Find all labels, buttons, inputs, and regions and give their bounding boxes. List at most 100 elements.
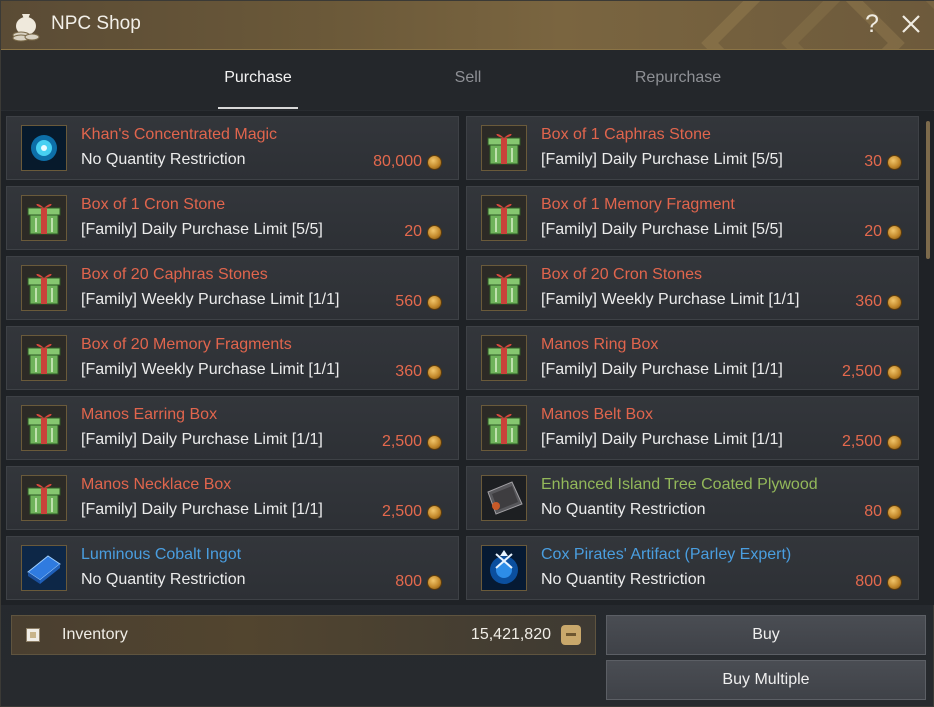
item-price: 2,500 [841,433,882,450]
item-purchase-limit: No Quantity Restriction [81,151,246,168]
gift-box-icon [481,125,527,171]
gift-box-icon [481,335,527,381]
item-price: 2,500 [841,363,882,380]
npc-shop-window: NPC Shop ? Purchase Sell Repurchase Khan… [0,0,934,707]
silver-coin-icon [887,365,902,380]
silver-coin-icon [887,155,902,170]
item-name: Box of 20 Memory Fragments [81,336,292,353]
gift-box-icon [21,265,67,311]
item-price: 80,000 [373,153,422,170]
item-list[interactable]: Khan's Concentrated Magic No Quantity Res… [1,111,934,605]
item-name: Box of 20 Cron Stones [541,266,702,283]
shop-item[interactable]: Box of 20 Caphras Stones [Family] Weekly … [6,256,459,320]
silver-coin-icon [887,435,902,450]
inventory-checkbox[interactable] [26,628,40,642]
item-purchase-limit: No Quantity Restriction [541,501,706,518]
silver-coin-icon [887,295,902,310]
inventory-bar: Inventory 15,421,820 [11,615,596,655]
item-name: Manos Earring Box [81,406,218,423]
item-purchase-limit: [Family] Daily Purchase Limit [5/5] [541,221,783,238]
buy-multiple-button[interactable]: Buy Multiple [606,660,926,700]
silver-coin-icon [887,225,902,240]
shop-item[interactable]: Manos Necklace Box [Family] Daily Purchas… [6,466,459,530]
window-title: NPC Shop [51,13,141,34]
item-name: Manos Belt Box [541,406,654,423]
tab-repurchase[interactable]: Repurchase [618,69,738,87]
shop-item[interactable]: Khan's Concentrated Magic No Quantity Res… [6,116,459,180]
money-bag-icon [12,14,40,42]
item-price: 80 [864,503,882,520]
buy-button[interactable]: Buy [606,615,926,655]
item-name: Khan's Concentrated Magic [81,126,278,143]
item-purchase-limit: [Family] Weekly Purchase Limit [1/1] [541,291,800,308]
item-purchase-limit: No Quantity Restriction [81,571,246,588]
item-price: 2,500 [381,503,422,520]
item-purchase-limit: [Family] Daily Purchase Limit [1/1] [541,361,783,378]
silver-coin-icon [427,295,442,310]
item-price: 20 [864,223,882,240]
shop-item[interactable]: Box of 1 Memory Fragment [Family] Daily P… [466,186,919,250]
active-tab-indicator [218,107,298,109]
item-purchase-limit: [Family] Weekly Purchase Limit [1/1] [81,361,340,378]
item-price: 20 [404,223,422,240]
item-name: Enhanced Island Tree Coated Plywood [541,476,818,493]
gift-box-icon [481,195,527,241]
close-icon[interactable] [897,10,925,38]
silver-coin-icon [427,225,442,240]
item-purchase-limit: [Family] Weekly Purchase Limit [1/1] [81,291,340,308]
help-button[interactable]: ? [859,9,885,39]
gift-box-icon [481,405,527,451]
item-price: 2,500 [381,433,422,450]
silver-coin-icon [887,575,902,590]
item-price: 360 [855,293,882,310]
inventory-silver-amount: 15,421,820 [470,626,551,643]
item-name: Box of 20 Caphras Stones [81,266,268,283]
plywood-icon [481,475,527,521]
gift-box-icon [21,405,67,451]
title-bar[interactable]: NPC Shop ? [1,1,934,50]
shop-item[interactable]: Manos Earring Box [Family] Daily Purchase… [6,396,459,460]
gift-box-icon [21,335,67,381]
shop-item[interactable]: Enhanced Island Tree Coated Plywood No Qu… [466,466,919,530]
item-name: Manos Ring Box [541,336,659,353]
shop-item[interactable]: Box of 1 Cron Stone [Family] Daily Purcha… [6,186,459,250]
tab-sell[interactable]: Sell [408,69,528,87]
tab-purchase[interactable]: Purchase [198,69,318,87]
item-purchase-limit: [Family] Daily Purchase Limit [1/1] [81,431,323,448]
item-purchase-limit: [Family] Daily Purchase Limit [1/1] [81,501,323,518]
shop-item[interactable]: Luminous Cobalt Ingot No Quantity Restric… [6,536,459,600]
item-name: Box of 1 Caphras Stone [541,126,711,143]
silver-coin-icon [427,575,442,590]
item-price: 30 [864,153,882,170]
item-name: Cox Pirates' Artifact (Parley Expert) [541,546,792,563]
silver-coin-icon [427,435,442,450]
shop-item[interactable]: Box of 1 Caphras Stone [Family] Daily Pur… [466,116,919,180]
item-name: Manos Necklace Box [81,476,232,493]
pirate-artifact-icon [481,545,527,591]
silver-coin-icon [427,365,442,380]
shop-item[interactable]: Box of 20 Memory Fragments [Family] Weekl… [6,326,459,390]
shop-item[interactable]: Manos Ring Box [Family] Daily Purchase Li… [466,326,919,390]
silver-coin-icon [427,505,442,520]
scrollbar-thumb[interactable] [926,121,930,259]
item-purchase-limit: No Quantity Restriction [541,571,706,588]
item-name: Luminous Cobalt Ingot [81,546,242,563]
item-name: Box of 1 Memory Fragment [541,196,735,213]
gift-box-icon [21,195,67,241]
inventory-label: Inventory [62,626,128,643]
item-price: 800 [395,573,422,590]
item-name: Box of 1 Cron Stone [81,196,226,213]
shop-item[interactable]: Manos Belt Box [Family] Daily Purchase Li… [466,396,919,460]
item-purchase-limit: [Family] Daily Purchase Limit [1/1] [541,431,783,448]
shop-item[interactable]: Cox Pirates' Artifact (Parley Expert) No … [466,536,919,600]
tab-bar: Purchase Sell Repurchase [1,50,934,110]
shop-item[interactable]: Box of 20 Cron Stones [Family] Weekly Pur… [466,256,919,320]
inventory-bag-icon [561,625,581,645]
gift-box-icon [21,475,67,521]
blue-magic-orb-icon [21,125,67,171]
item-price: 360 [395,363,422,380]
item-purchase-limit: [Family] Daily Purchase Limit [5/5] [541,151,783,168]
cobalt-ingot-icon [21,545,67,591]
silver-coin-icon [887,505,902,520]
item-price: 800 [855,573,882,590]
